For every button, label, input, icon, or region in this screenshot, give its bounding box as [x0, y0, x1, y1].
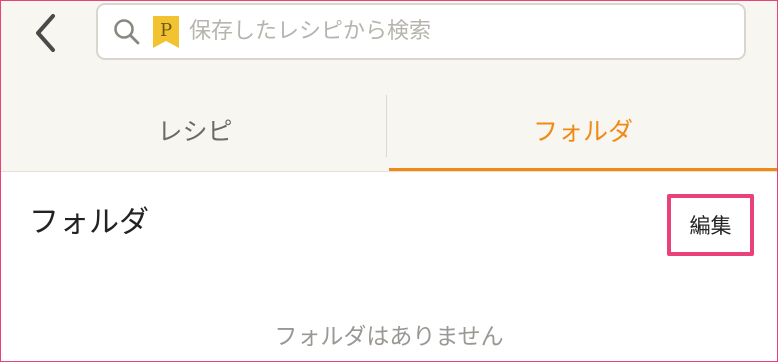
- search-input[interactable]: [189, 19, 744, 44]
- edit-button[interactable]: 編集: [667, 194, 754, 256]
- header: P レシピ フォルダ: [1, 1, 777, 172]
- folders-section-title: フォルダ: [29, 205, 149, 240]
- back-button[interactable]: [29, 11, 63, 55]
- tab-bar: レシピ フォルダ: [1, 87, 777, 172]
- magnifier-icon: [113, 18, 141, 46]
- header-border: [1, 171, 777, 172]
- tab-divider: [386, 95, 387, 157]
- tab-folders-label: フォルダ: [532, 116, 633, 146]
- edit-button-label: 編集: [689, 214, 732, 238]
- tab-recipes[interactable]: レシピ: [1, 87, 389, 172]
- premium-badge-icon: P: [153, 15, 179, 48]
- chevron-left-icon: [36, 14, 55, 52]
- tab-recipes-label: レシピ: [157, 116, 233, 146]
- search-box[interactable]: P: [96, 3, 746, 60]
- app-frame: P レシピ フォルダ フォルダ 編集 フォルダはありません: [0, 0, 778, 362]
- premium-badge-letter: P: [160, 20, 172, 41]
- tab-folders[interactable]: フォルダ: [389, 87, 777, 172]
- empty-state-message: フォルダはありません: [274, 324, 504, 350]
